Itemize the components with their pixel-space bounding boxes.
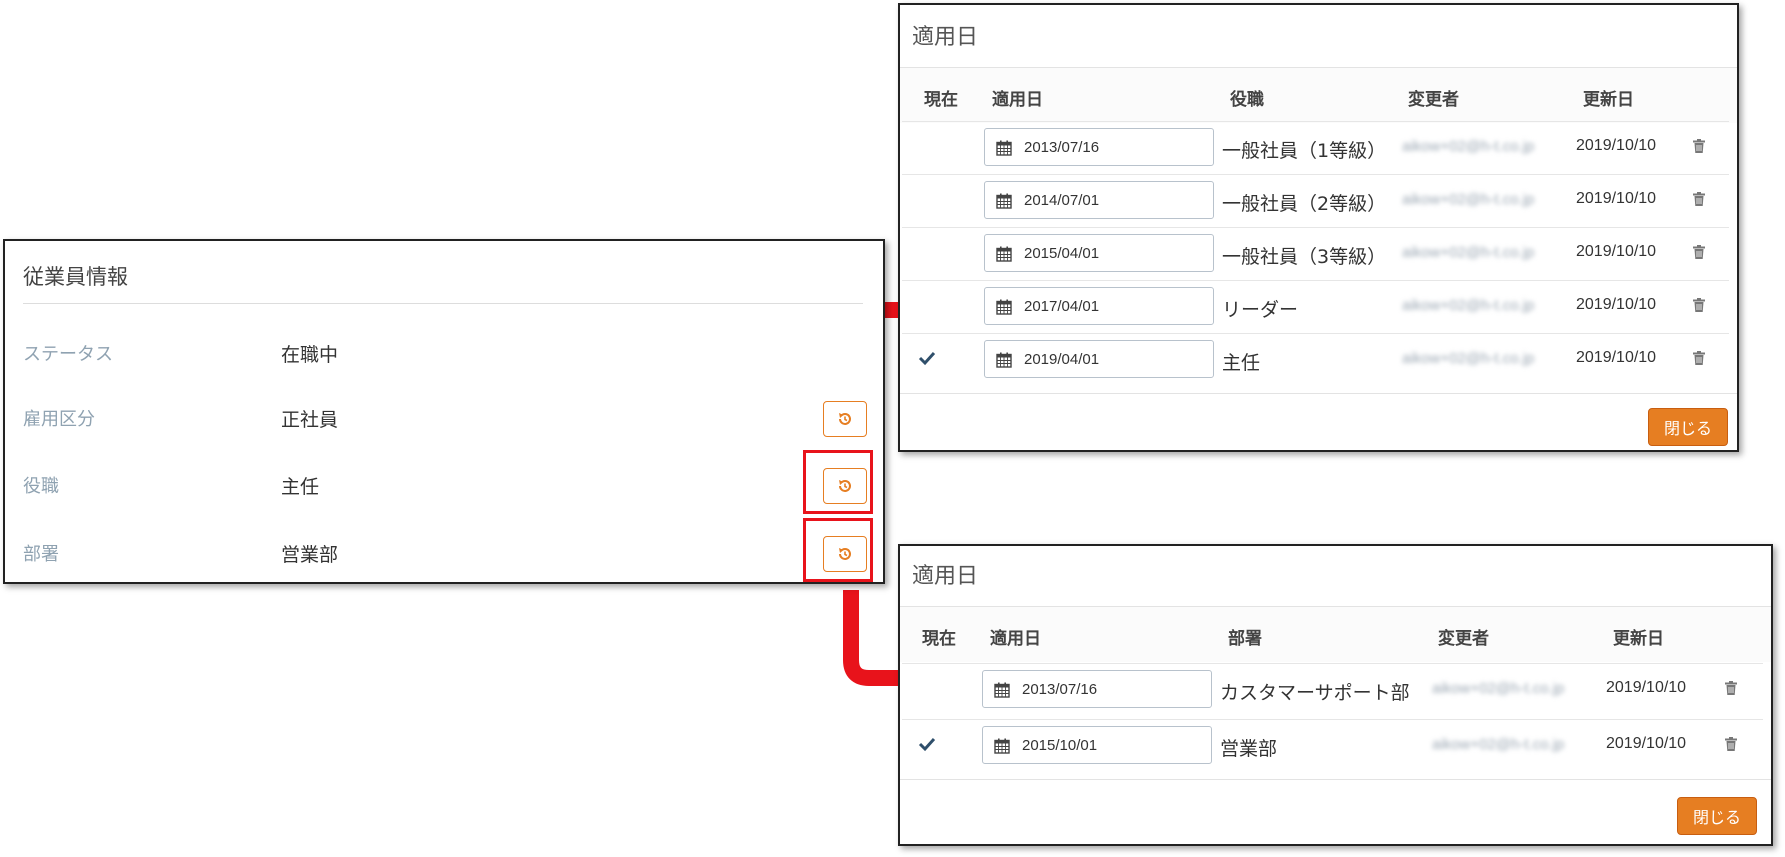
employment-type-label: 雇用区分 bbox=[23, 409, 95, 430]
trash-icon[interactable] bbox=[1725, 680, 1737, 699]
col-updated: 更新日 bbox=[1613, 629, 1664, 649]
date-value: 2015/10/01 bbox=[1022, 737, 1098, 754]
col-current: 現在 bbox=[922, 629, 956, 649]
date-value: 2014/07/01 bbox=[1024, 192, 1100, 209]
updated-value: 2019/10/10 bbox=[1576, 296, 1657, 313]
updated-value: 2019/10/10 bbox=[1606, 679, 1687, 696]
item-value: カスタマーサポート部 bbox=[1220, 682, 1410, 704]
table-row: 2019/04/01 主任 aikow+02@h-t.co.jp 2019/10/10 bbox=[902, 333, 1729, 387]
check-icon bbox=[918, 350, 936, 370]
updated-value: 2019/10/10 bbox=[1576, 137, 1657, 154]
employee-row-department: 部署 営業部 bbox=[5, 534, 883, 574]
item-value: 営業部 bbox=[1220, 738, 1278, 760]
updated-value: 2019/10/10 bbox=[1576, 190, 1657, 207]
table-row: 2014/07/01 一般社員（2等級） aikow+02@h-t.co.jp 201… bbox=[902, 174, 1729, 228]
position-label: 役職 bbox=[23, 476, 59, 497]
date-input[interactable]: 2015/10/01 bbox=[982, 726, 1212, 764]
date-input[interactable]: 2017/04/01 bbox=[984, 287, 1214, 325]
department-value: 営業部 bbox=[281, 544, 339, 566]
close-button[interactable]: 閉じる bbox=[1677, 797, 1757, 835]
col-department: 部署 bbox=[1228, 629, 1262, 649]
date-input[interactable]: 2013/07/16 bbox=[982, 670, 1212, 708]
item-value: リーダー bbox=[1222, 299, 1299, 321]
trash-icon[interactable] bbox=[1693, 244, 1705, 263]
position-history-title: 適用日 bbox=[912, 25, 979, 50]
trash-icon[interactable] bbox=[1693, 297, 1705, 316]
department-history-title: 適用日 bbox=[912, 564, 979, 589]
date-value: 2013/07/16 bbox=[1024, 139, 1100, 156]
table-row: 2013/07/16 カスタマーサポート部 aikow+02@h-t.co.jp 20… bbox=[902, 663, 1763, 717]
date-value: 2015/04/01 bbox=[1024, 245, 1100, 262]
position-history-panel: 適用日 現在 適用日 役職 変更者 更新日 2013/07/16 一般社員（1等級… bbox=[898, 3, 1739, 452]
calendar-icon bbox=[996, 352, 1012, 372]
employment-type-value: 正社員 bbox=[281, 409, 339, 431]
table-row: 2015/10/01 営業部 aikow+02@h-t.co.jp 2019/10/1… bbox=[902, 719, 1763, 773]
date-value: 2013/07/16 bbox=[1022, 681, 1098, 698]
title-divider bbox=[23, 303, 863, 304]
changer-value: aikow+02@h-t.co.jp bbox=[1402, 350, 1535, 367]
item-value: 一般社員（2等級） bbox=[1222, 193, 1387, 215]
trash-icon[interactable] bbox=[1693, 138, 1705, 157]
employee-row-position: 役職 主任 bbox=[5, 466, 883, 506]
updated-value: 2019/10/10 bbox=[1606, 735, 1687, 752]
changer-value: aikow+02@h-t.co.jp bbox=[1402, 244, 1535, 261]
changer-value: aikow+02@h-t.co.jp bbox=[1402, 191, 1535, 208]
trash-icon[interactable] bbox=[1725, 736, 1737, 755]
col-date: 適用日 bbox=[992, 90, 1043, 110]
employee-row-employment-type: 雇用区分 正社員 bbox=[5, 399, 883, 439]
item-value: 主任 bbox=[1222, 352, 1261, 374]
employee-info-panel: 従業員情報 ステータス 在職中 雇用区分 正社員 役職 主任 部署 営業部 bbox=[3, 239, 885, 584]
position-value: 主任 bbox=[281, 476, 320, 498]
history-icon bbox=[839, 413, 851, 425]
col-changer: 変更者 bbox=[1408, 90, 1459, 110]
col-changer: 変更者 bbox=[1438, 629, 1489, 649]
item-value: 一般社員（3等級） bbox=[1222, 246, 1387, 268]
date-value: 2019/04/01 bbox=[1024, 351, 1100, 368]
status-value: 在職中 bbox=[281, 344, 339, 366]
footer-divider bbox=[900, 393, 1737, 394]
status-label: ステータス bbox=[23, 344, 113, 365]
calendar-icon bbox=[994, 738, 1010, 758]
employee-row-status: ステータス 在職中 bbox=[5, 334, 883, 374]
updated-value: 2019/10/10 bbox=[1576, 243, 1657, 260]
calendar-icon bbox=[994, 682, 1010, 702]
table-row: 2017/04/01 リーダー aikow+02@h-t.co.jp 2019/10/… bbox=[902, 280, 1729, 334]
position-button-highlight bbox=[803, 450, 873, 514]
trash-icon[interactable] bbox=[1693, 350, 1705, 369]
table-row: 2015/04/01 一般社員（3等級） aikow+02@h-t.co.jp 201… bbox=[902, 227, 1729, 281]
updated-value: 2019/10/10 bbox=[1576, 349, 1657, 366]
department-button-highlight bbox=[803, 518, 873, 582]
date-value: 2017/04/01 bbox=[1024, 298, 1100, 315]
changer-value: aikow+02@h-t.co.jp bbox=[1402, 138, 1535, 155]
changer-value: aikow+02@h-t.co.jp bbox=[1432, 680, 1565, 697]
col-date: 適用日 bbox=[990, 629, 1041, 649]
calendar-icon bbox=[996, 140, 1012, 160]
calendar-icon bbox=[996, 246, 1012, 266]
col-position: 役職 bbox=[1230, 90, 1264, 110]
date-input[interactable]: 2013/07/16 bbox=[984, 128, 1214, 166]
footer-divider bbox=[900, 779, 1771, 780]
employment-type-history-button[interactable] bbox=[823, 401, 867, 437]
employee-info-title: 従業員情報 bbox=[23, 265, 128, 289]
col-current: 現在 bbox=[924, 90, 958, 110]
trash-icon[interactable] bbox=[1693, 191, 1705, 210]
calendar-icon bbox=[996, 299, 1012, 319]
close-button[interactable]: 閉じる bbox=[1648, 408, 1728, 446]
table-row: 2013/07/16 一般社員（1等級） aikow+02@h-t.co.jp 201… bbox=[902, 121, 1729, 175]
date-input[interactable]: 2019/04/01 bbox=[984, 340, 1214, 378]
check-icon bbox=[918, 736, 936, 756]
department-history-panel: 適用日 現在 適用日 部署 変更者 更新日 2013/07/16 カスタマーサポー… bbox=[898, 544, 1773, 846]
col-updated: 更新日 bbox=[1583, 90, 1634, 110]
calendar-icon bbox=[996, 193, 1012, 213]
date-input[interactable]: 2014/07/01 bbox=[984, 181, 1214, 219]
changer-value: aikow+02@h-t.co.jp bbox=[1402, 297, 1535, 314]
date-input[interactable]: 2015/04/01 bbox=[984, 234, 1214, 272]
department-label: 部署 bbox=[23, 544, 59, 565]
item-value: 一般社員（1等級） bbox=[1222, 140, 1387, 162]
changer-value: aikow+02@h-t.co.jp bbox=[1432, 736, 1565, 753]
